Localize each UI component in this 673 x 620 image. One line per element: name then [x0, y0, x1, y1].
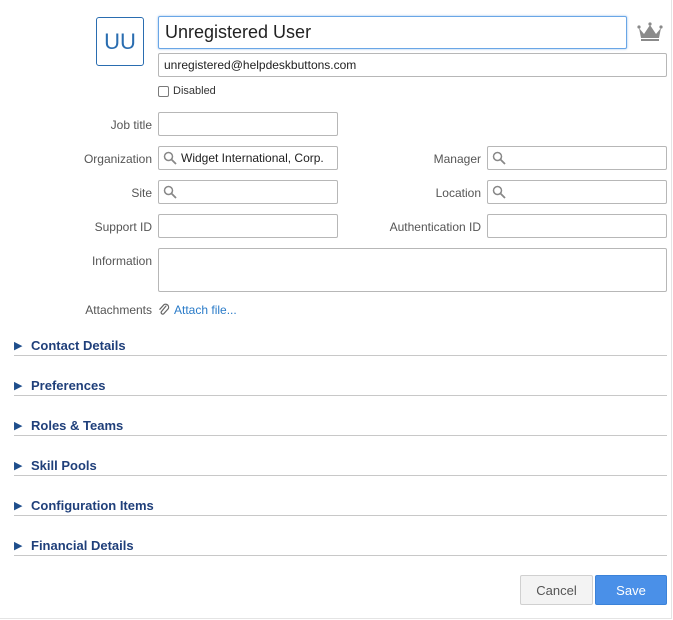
information-textarea[interactable] [158, 248, 667, 292]
search-icon [163, 151, 177, 165]
job-title-label: Job title [110, 118, 152, 132]
section-configuration-items[interactable]: ▶ Configuration Items [14, 495, 667, 516]
user-name-input[interactable] [158, 16, 627, 49]
section-skill-pools[interactable]: ▶ Skill Pools [14, 455, 667, 476]
organization-value: Widget International, Corp. [181, 151, 324, 165]
avatar-initials: UU [104, 28, 136, 54]
section-title: Preferences [31, 377, 106, 393]
triangle-right-icon: ▶ [14, 379, 23, 392]
triangle-right-icon: ▶ [14, 419, 23, 432]
search-icon [492, 185, 506, 199]
location-label: Location [435, 186, 481, 200]
manager-label: Manager [433, 152, 481, 166]
search-icon [163, 185, 177, 199]
triangle-right-icon: ▶ [14, 539, 23, 552]
section-title: Skill Pools [31, 457, 97, 473]
triangle-right-icon: ▶ [14, 339, 23, 352]
email-input[interactable] [158, 53, 667, 77]
job-title-input[interactable] [158, 112, 338, 136]
section-roles-teams[interactable]: ▶ Roles & Teams [14, 415, 667, 436]
attachments-label: Attachments [85, 303, 152, 317]
manager-input[interactable] [487, 146, 667, 170]
section-title: Financial Details [31, 537, 134, 553]
section-financial-details[interactable]: ▶ Financial Details [14, 535, 667, 556]
search-icon [492, 151, 506, 165]
site-input[interactable] [158, 180, 338, 204]
section-preferences[interactable]: ▶ Preferences [14, 375, 667, 396]
support-id-input[interactable] [158, 214, 338, 238]
user-form-panel: UU Disabled Job title Organization Widge… [0, 0, 672, 619]
disabled-checkbox[interactable] [158, 85, 169, 97]
section-title: Contact Details [31, 337, 126, 353]
organization-label: Organization [83, 152, 152, 166]
attach-file-link[interactable]: Attach file... [174, 303, 237, 317]
disabled-label: Disabled [173, 85, 216, 97]
location-input[interactable] [487, 180, 667, 204]
cancel-button[interactable]: Cancel [520, 575, 593, 605]
attachments-row: Attach file... [158, 303, 237, 317]
section-title: Configuration Items [31, 497, 154, 513]
section-contact-details[interactable]: ▶ Contact Details [14, 335, 667, 356]
organization-input[interactable]: Widget International, Corp. [158, 146, 338, 170]
user-avatar[interactable]: UU [96, 17, 144, 66]
information-label: Information [91, 254, 152, 268]
section-title: Roles & Teams [31, 417, 124, 433]
triangle-right-icon: ▶ [14, 459, 23, 472]
paperclip-icon [159, 303, 170, 315]
triangle-right-icon: ▶ [14, 499, 23, 512]
disabled-checkbox-row[interactable]: Disabled [158, 84, 216, 98]
site-label: Site [131, 186, 152, 200]
crown-icon[interactable] [637, 22, 663, 42]
authentication-id-label: Authentication ID [389, 220, 481, 234]
save-button[interactable]: Save [595, 575, 667, 605]
support-id-label: Support ID [94, 220, 152, 234]
authentication-id-input[interactable] [487, 214, 667, 238]
